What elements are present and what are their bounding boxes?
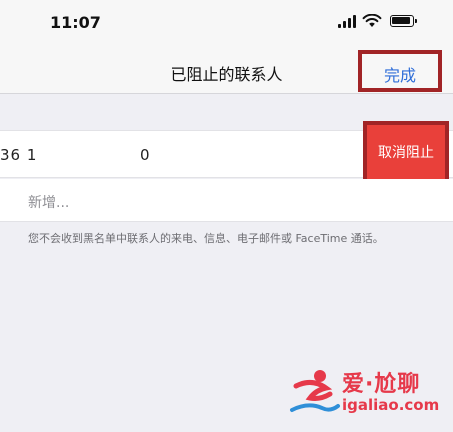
blocked-contacts-screen: 11:07 已阻止的联系人 完成 36 1 0 取消阻止 新增... 您不会收到…	[0, 0, 453, 432]
watermark-domain: igaliao.com	[342, 396, 440, 414]
wifi-icon	[362, 14, 382, 27]
status-bar: 11:07	[0, 0, 453, 46]
cellular-signal-icon	[338, 14, 356, 28]
contact-number-suffix: 0	[140, 146, 150, 164]
blocked-contacts-footer-note: 您不会收到黑名单中联系人的来电、信息、电子邮件或 FaceTime 通话。	[28, 232, 384, 245]
watermark-brand: 爱·尬聊	[342, 372, 421, 397]
status-icons	[338, 14, 417, 28]
unblock-button[interactable]: 取消阻止	[363, 121, 449, 183]
watermark-logo-icon	[290, 370, 340, 412]
status-time: 11:07	[50, 13, 101, 32]
add-new-label: 新增...	[28, 195, 70, 211]
done-button[interactable]: 完成	[358, 48, 442, 92]
contact-number: 36 1	[0, 146, 38, 164]
battery-icon	[390, 15, 417, 27]
watermark: 爱·尬聊 igaliao.com	[286, 360, 446, 424]
add-new-row[interactable]: 新增...	[0, 179, 453, 222]
